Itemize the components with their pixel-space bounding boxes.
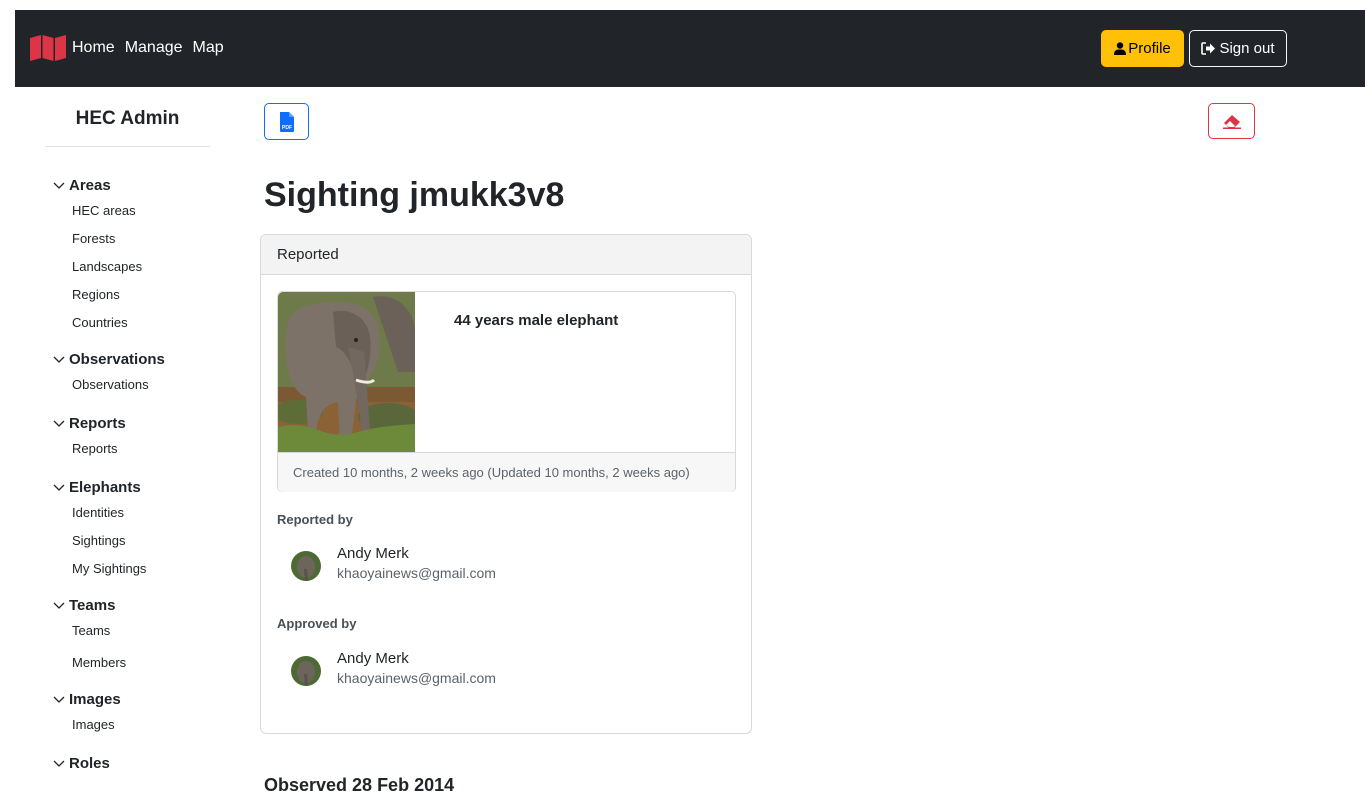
elephant-image xyxy=(278,292,415,452)
sidebar-item-countries[interactable]: Countries xyxy=(45,309,210,337)
sidebar-item-forests[interactable]: Forests xyxy=(45,225,210,253)
group-label: Images xyxy=(69,690,121,708)
chevron-down-icon xyxy=(53,420,65,427)
sidebar-item-observations[interactable]: Observations xyxy=(45,371,210,399)
sidebar-item-regions[interactable]: Regions xyxy=(45,281,210,309)
sidebar-item-landscapes[interactable]: Landscapes xyxy=(45,253,210,281)
elephant-photo[interactable] xyxy=(278,292,415,452)
reporter-email: khaoyainews@gmail.com xyxy=(337,565,496,581)
sidebar-group-toggle-roles[interactable]: Roles xyxy=(45,751,210,775)
group-label: Elephants xyxy=(69,478,141,496)
sidebar: HEC Admin Areas HEC areas Forests Landsc… xyxy=(45,87,210,775)
main-nav: Home Manage Map xyxy=(72,39,224,57)
approver-info: Andy Merk khaoyainews@gmail.com xyxy=(291,650,496,686)
sidebar-group-toggle-reports[interactable]: Reports xyxy=(45,411,210,435)
chevron-down-icon xyxy=(53,182,65,189)
avatar xyxy=(291,656,321,686)
chevron-down-icon xyxy=(53,484,65,491)
sidebar-item-identities[interactable]: Identities xyxy=(45,499,210,527)
sidebar-group-toggle-elephants[interactable]: Elephants xyxy=(45,475,210,499)
export-pdf-button[interactable]: PDF xyxy=(264,103,309,140)
reported-card: Reported 44 years male elephant Created … xyxy=(260,234,752,734)
svg-text:PDF: PDF xyxy=(282,125,292,131)
sidebar-group-teams: Teams Teams Members xyxy=(45,593,210,677)
reporter-info: Andy Merk khaoyainews@gmail.com xyxy=(291,545,496,581)
chevron-down-icon xyxy=(53,760,65,767)
sidebar-item-hec-areas[interactable]: HEC areas xyxy=(45,197,210,225)
sidebar-item-reports[interactable]: Reports xyxy=(45,435,210,463)
sidebar-title: HEC Admin xyxy=(45,87,210,147)
sidebar-group-images: Images Images xyxy=(45,687,210,739)
observed-heading: Observed 28 Feb 2014 xyxy=(264,775,455,795)
elephant-card: 44 years male elephant Created 10 months… xyxy=(277,291,736,492)
sign-out-icon xyxy=(1201,42,1216,55)
reported-by-label: Reported by xyxy=(277,512,353,527)
sidebar-group-toggle-areas[interactable]: Areas xyxy=(45,173,210,197)
page-title: Sighting jmukk3v8 xyxy=(264,176,565,214)
approved-by-label: Approved by xyxy=(277,616,357,631)
group-label: Roles xyxy=(69,754,110,772)
sidebar-item-members[interactable]: Members xyxy=(45,649,210,677)
avatar xyxy=(291,551,321,581)
sidebar-item-sightings[interactable]: Sightings xyxy=(45,527,210,555)
elephant-label: 44 years male elephant xyxy=(454,312,619,329)
group-label: Teams xyxy=(69,596,116,614)
erase-button[interactable] xyxy=(1208,103,1255,139)
sign-out-label: Sign out xyxy=(1219,40,1275,57)
sidebar-group-reports: Reports Reports xyxy=(45,411,210,463)
nav-home-link[interactable]: Home xyxy=(72,39,115,57)
group-label: Observations xyxy=(69,350,165,368)
approver-name: Andy Merk xyxy=(337,650,409,667)
group-label: Reports xyxy=(69,414,126,432)
sidebar-group-elephants: Elephants Identities Sightings My Sighti… xyxy=(45,475,210,583)
card-header: Reported xyxy=(261,235,751,275)
sidebar-item-images[interactable]: Images xyxy=(45,711,210,739)
top-navbar: Home Manage Map Profile Sign out xyxy=(15,10,1365,87)
reporter-name: Andy Merk xyxy=(337,545,409,562)
nav-map-link[interactable]: Map xyxy=(193,39,224,57)
user-icon xyxy=(1114,42,1127,55)
sidebar-group-toggle-teams[interactable]: Teams xyxy=(45,593,210,617)
sidebar-group-toggle-observations[interactable]: Observations xyxy=(45,347,210,371)
eraser-icon xyxy=(1222,115,1241,129)
file-pdf-icon: PDF xyxy=(279,111,294,132)
sidebar-item-teams[interactable]: Teams xyxy=(45,617,210,645)
sidebar-group-roles: Roles xyxy=(45,751,210,775)
sidebar-group-observations: Observations Observations xyxy=(45,347,210,399)
created-timestamp: Created 10 months, 2 weeks ago (Updated … xyxy=(278,452,735,492)
map-logo-icon[interactable] xyxy=(30,35,66,61)
chevron-down-icon xyxy=(53,696,65,703)
profile-label: Profile xyxy=(1128,40,1171,57)
nav-manage-link[interactable]: Manage xyxy=(125,39,183,57)
approver-email: khaoyainews@gmail.com xyxy=(337,670,496,686)
sidebar-group-areas: Areas HEC areas Forests Landscapes Regio… xyxy=(45,173,210,337)
chevron-down-icon xyxy=(53,602,65,609)
sign-out-button[interactable]: Sign out xyxy=(1189,30,1287,67)
sidebar-item-my-sightings[interactable]: My Sightings xyxy=(45,555,210,583)
group-label: Areas xyxy=(69,176,111,194)
sidebar-group-toggle-images[interactable]: Images xyxy=(45,687,210,711)
profile-button[interactable]: Profile xyxy=(1101,30,1184,67)
chevron-down-icon xyxy=(53,356,65,363)
